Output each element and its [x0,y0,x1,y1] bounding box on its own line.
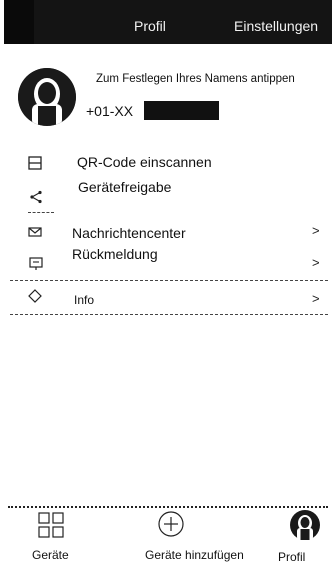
diamond-icon [28,289,42,303]
divider [10,280,328,281]
grid-icon [38,512,64,538]
profile-icon [290,510,320,540]
mail-icon [28,227,42,237]
add-circle-icon [158,511,184,537]
menu-label-info: Info [74,293,95,307]
set-name-prompt[interactable]: Zum Festlegen Ihres Namens antippen [96,73,295,85]
nav-label-devices: Geräte [32,548,69,562]
chevron-right-icon: > [312,223,320,238]
divider [28,212,54,213]
menu-label-messages: Nachrichtencenter [72,225,186,241]
feedback-icon [29,257,43,270]
nav-add-device[interactable]: Geräte hinzufügen [145,510,263,562]
avatar[interactable] [18,68,76,126]
menu-item-device-sharing[interactable]: Gerätefreigabe [0,178,332,208]
menu-label-feedback: Rückmeldung [72,246,158,262]
menu-item-qr-scan[interactable]: QR-Code einscannen [0,152,332,174]
chevron-right-icon: > [312,291,320,306]
menu-item-feedback[interactable]: Rückmeldung > [0,245,332,275]
settings-link[interactable]: Einstellungen [234,18,318,34]
chevron-right-icon: > [312,255,320,270]
nav-label-profile: Profil [278,550,306,562]
nav-label-add: Geräte hinzufügen [145,548,244,562]
menu-item-message-center[interactable]: Nachrichtencenter > [0,222,332,244]
menu-item-info[interactable]: Info > [0,286,332,308]
page-title: Profil [134,18,166,34]
bottom-nav-divider [8,506,328,508]
scan-icon [28,156,42,170]
phone-number: +01-XX [86,103,134,119]
divider [10,314,328,315]
redaction-bar [144,101,219,120]
nav-devices[interactable]: Geräte [30,512,76,562]
nav-profile[interactable]: Profil [276,510,324,562]
header-corner [4,0,34,44]
menu-label-share: Gerätefreigabe [78,179,172,195]
share-icon [30,190,42,204]
top-bar: Profil Einstellungen [4,0,332,44]
menu-label-qr: QR-Code einscannen [77,154,212,170]
user-silhouette-icon [18,68,76,126]
